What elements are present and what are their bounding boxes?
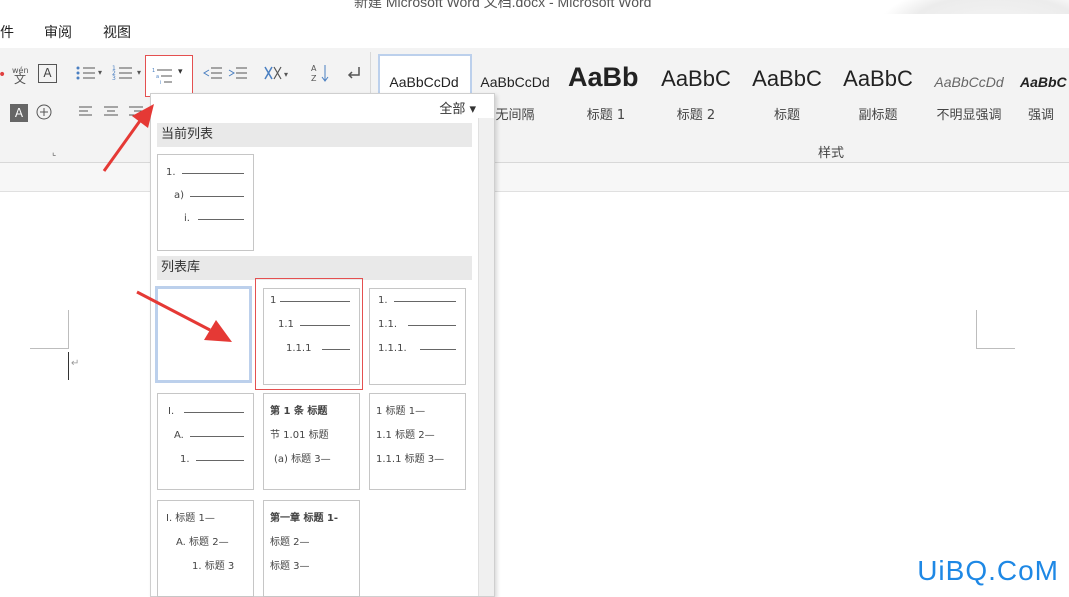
annotation-overlay — [102, 104, 232, 342]
watermark: UiBQ.CoM — [917, 555, 1059, 586]
arrow-to-list-library — [136, 290, 232, 342]
arrow-to-multilevel-button — [102, 104, 154, 172]
